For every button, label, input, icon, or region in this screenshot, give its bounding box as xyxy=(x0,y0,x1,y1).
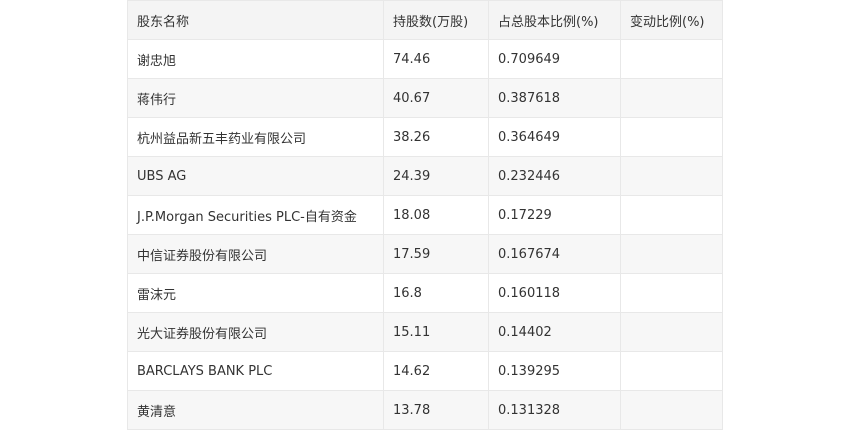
table-row: J.P.Morgan Securities PLC-自有资金 18.08 0.172… xyxy=(127,195,723,235)
cell-shares-held: 15.11 xyxy=(383,312,489,352)
cell-shareholder-name: 谢忠旭 xyxy=(127,39,384,79)
cell-change-ratio xyxy=(620,39,723,79)
header-change-ratio: 变动比例(%) xyxy=(620,0,723,40)
cell-shareholder-name: 中信证券股份有限公司 xyxy=(127,234,384,274)
cell-shares-held: 38.26 xyxy=(383,117,489,157)
cell-share-ratio: 0.14402 xyxy=(488,312,621,352)
cell-shareholder-name: 光大证券股份有限公司 xyxy=(127,312,384,352)
table-header: 股东名称 持股数(万股) 占总股本比例(%) 变动比例(%) xyxy=(127,0,723,40)
cell-shares-held: 24.39 xyxy=(383,156,489,196)
cell-share-ratio: 0.139295 xyxy=(488,351,621,391)
cell-share-ratio: 0.364649 xyxy=(488,117,621,157)
cell-shares-held: 18.08 xyxy=(383,195,489,235)
table-row: 中信证券股份有限公司 17.59 0.167674 xyxy=(127,234,723,274)
cell-change-ratio xyxy=(620,273,723,313)
cell-shares-held: 17.59 xyxy=(383,234,489,274)
cell-change-ratio xyxy=(620,195,723,235)
cell-shareholder-name: 蒋伟行 xyxy=(127,78,384,118)
cell-change-ratio xyxy=(620,78,723,118)
cell-share-ratio: 0.232446 xyxy=(488,156,621,196)
cell-share-ratio: 0.709649 xyxy=(488,39,621,79)
cell-change-ratio xyxy=(620,234,723,274)
cell-shareholder-name: J.P.Morgan Securities PLC-自有资金 xyxy=(127,195,384,235)
cell-shareholder-name: 黄清意 xyxy=(127,390,384,430)
cell-share-ratio: 0.167674 xyxy=(488,234,621,274)
cell-share-ratio: 0.131328 xyxy=(488,390,621,430)
shareholders-table: 股东名称 持股数(万股) 占总股本比例(%) 变动比例(%) 谢忠旭 74.46 0… xyxy=(127,0,723,430)
table-row: 黄清意 13.78 0.131328 xyxy=(127,390,723,430)
cell-shareholder-name: 雷沫元 xyxy=(127,273,384,313)
cell-change-ratio xyxy=(620,390,723,430)
table-row: 蒋伟行 40.67 0.387618 xyxy=(127,78,723,118)
header-share-ratio: 占总股本比例(%) xyxy=(488,0,621,40)
header-row: 股东名称 持股数(万股) 占总股本比例(%) 变动比例(%) xyxy=(127,0,723,40)
header-shares-held: 持股数(万股) xyxy=(383,0,489,40)
cell-change-ratio xyxy=(620,351,723,391)
table-row: 杭州益品新五丰药业有限公司 38.26 0.364649 xyxy=(127,117,723,157)
table-body: 谢忠旭 74.46 0.709649 蒋伟行 40.67 0.387618 杭州益品新五丰药… xyxy=(127,39,723,430)
cell-share-ratio: 0.17229 xyxy=(488,195,621,235)
cell-shares-held: 16.8 xyxy=(383,273,489,313)
cell-shareholder-name: BARCLAYS BANK PLC xyxy=(127,351,384,391)
cell-change-ratio xyxy=(620,156,723,196)
cell-shares-held: 40.67 xyxy=(383,78,489,118)
cell-shareholder-name: UBS AG xyxy=(127,156,384,196)
cell-change-ratio xyxy=(620,117,723,157)
table-row: UBS AG 24.39 0.232446 xyxy=(127,156,723,196)
table-row: BARCLAYS BANK PLC 14.62 0.139295 xyxy=(127,351,723,391)
cell-shares-held: 13.78 xyxy=(383,390,489,430)
table-row: 雷沫元 16.8 0.160118 xyxy=(127,273,723,313)
cell-share-ratio: 0.160118 xyxy=(488,273,621,313)
cell-change-ratio xyxy=(620,312,723,352)
header-shareholder-name: 股东名称 xyxy=(127,0,384,40)
table-row: 光大证券股份有限公司 15.11 0.14402 xyxy=(127,312,723,352)
cell-share-ratio: 0.387618 xyxy=(488,78,621,118)
table-row: 谢忠旭 74.46 0.709649 xyxy=(127,39,723,79)
cell-shares-held: 14.62 xyxy=(383,351,489,391)
cell-shares-held: 74.46 xyxy=(383,39,489,79)
cell-shareholder-name: 杭州益品新五丰药业有限公司 xyxy=(127,117,384,157)
